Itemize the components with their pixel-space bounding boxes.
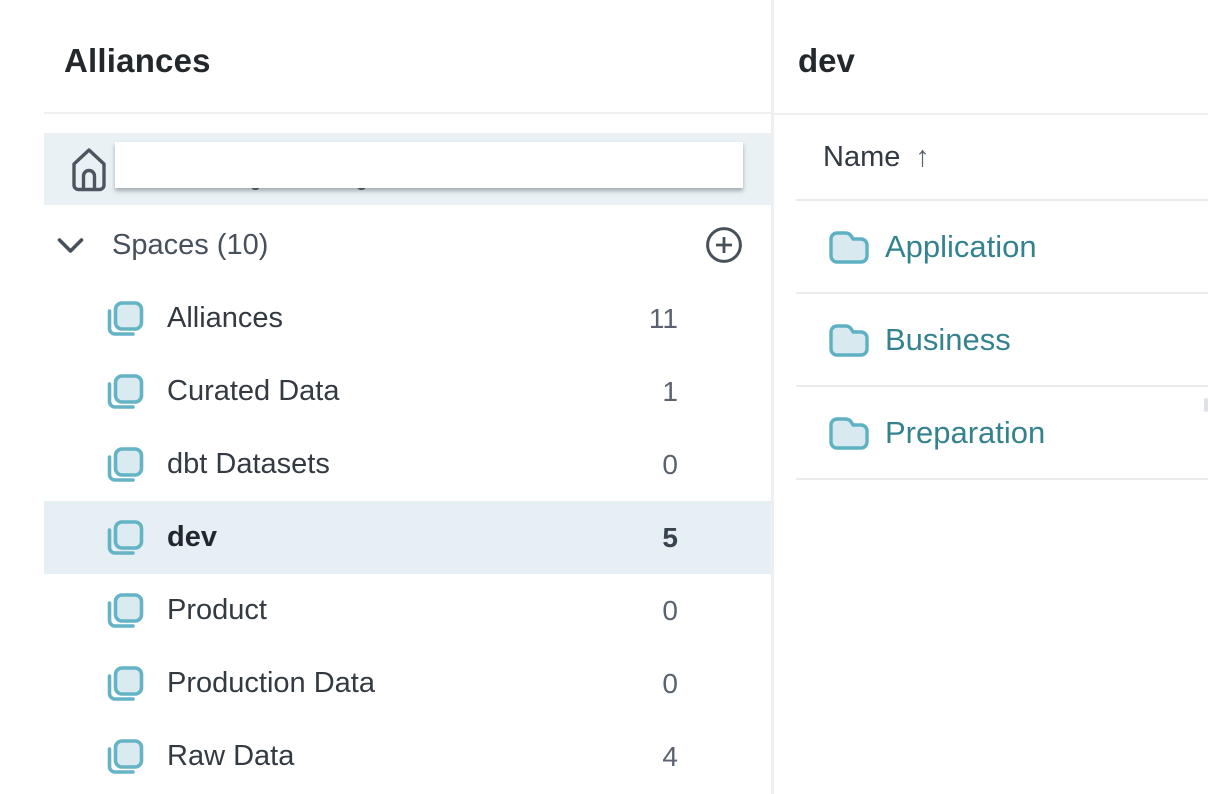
page-title: dev	[798, 42, 855, 80]
sidebar-divider	[44, 112, 771, 114]
folder-name-link[interactable]: Preparation	[885, 415, 1045, 451]
space-icon	[103, 589, 147, 633]
space-name: dev	[167, 521, 217, 554]
space-icon	[103, 516, 147, 560]
sidebar-item-raw-data[interactable]: Raw Data 4	[44, 720, 771, 793]
dataset-browser: Alliances Spaces (10)	[0, 0, 1208, 794]
space-count: 11	[649, 303, 678, 335]
spaces-list: Alliances 11 Curated Data 1	[44, 282, 771, 793]
sidebar-item-production-data[interactable]: Production Data 0	[44, 647, 771, 720]
table-header: Name ↑	[796, 115, 1208, 201]
name-column-header[interactable]: Name	[823, 141, 900, 174]
spaces-section-header[interactable]: Spaces (10)	[44, 209, 771, 282]
content-panel: dev Name ↑ Application	[774, 0, 1208, 794]
folder-icon	[828, 415, 870, 451]
folder-icon	[828, 229, 870, 265]
sidebar-item-alliances[interactable]: Alliances 11	[44, 282, 771, 355]
space-name: Raw Data	[167, 740, 294, 773]
space-name: Alliances	[167, 302, 283, 335]
sidebar-item-dbt-datasets[interactable]: dbt Datasets 0	[44, 428, 771, 501]
space-count: 1	[662, 376, 678, 408]
folder-name-link[interactable]: Application	[885, 229, 1037, 265]
folder-row-business[interactable]: Business	[796, 294, 1208, 387]
space-name: Curated Data	[167, 375, 340, 408]
space-count: 4	[662, 741, 678, 773]
folder-icon	[828, 322, 870, 358]
sidebar: Alliances Spaces (10)	[0, 0, 771, 794]
sidebar-item-product[interactable]: Product 0	[44, 574, 771, 647]
sidebar-item-dev[interactable]: dev 5	[44, 501, 771, 574]
sidebar-title: Alliances	[64, 42, 211, 80]
spaces-section-label: Spaces (10)	[112, 229, 268, 262]
space-icon	[103, 662, 147, 706]
space-name: dbt Datasets	[167, 448, 330, 481]
space-icon	[103, 443, 147, 487]
home-row[interactable]	[44, 133, 771, 205]
space-icon	[103, 735, 147, 779]
chevron-down-icon[interactable]	[57, 238, 84, 254]
space-icon	[103, 297, 147, 341]
home-icon	[70, 145, 108, 193]
redaction-overlay	[115, 142, 743, 188]
space-count: 0	[662, 595, 678, 627]
space-name: Production Data	[167, 667, 375, 700]
folder-name-link[interactable]: Business	[885, 322, 1011, 358]
space-count: 5	[662, 522, 678, 554]
folder-row-application[interactable]: Application	[796, 201, 1208, 294]
sort-ascending-icon[interactable]: ↑	[915, 141, 930, 174]
space-name: Product	[167, 594, 267, 627]
folder-row-preparation[interactable]: Preparation	[796, 387, 1208, 480]
space-count: 0	[662, 449, 678, 481]
sidebar-item-curated-data[interactable]: Curated Data 1	[44, 355, 771, 428]
folder-list: Application Business Preparation	[796, 201, 1208, 480]
space-count: 0	[662, 668, 678, 700]
space-icon	[103, 370, 147, 414]
edge-fragment	[1204, 398, 1208, 412]
add-space-button[interactable]	[705, 226, 743, 264]
